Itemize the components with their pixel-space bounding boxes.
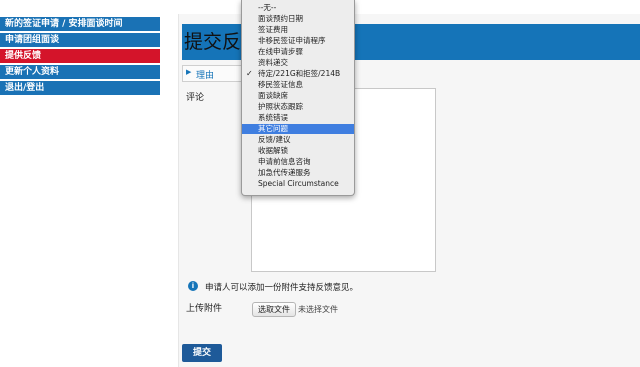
- dropdown-option[interactable]: 加急代传递服务: [242, 168, 354, 178]
- dropdown-option[interactable]: 非移民签证申请程序: [242, 36, 354, 46]
- dropdown-option[interactable]: 面谈缺席: [242, 91, 354, 101]
- dropdown-option[interactable]: 面谈预约日期: [242, 14, 354, 24]
- dropdown-option-highlighted[interactable]: 其它问题: [242, 124, 354, 134]
- dropdown-option[interactable]: 签证费用: [242, 25, 354, 35]
- dropdown-option[interactable]: 移民签证信息: [242, 80, 354, 90]
- dropdown-option[interactable]: 系统错误: [242, 113, 354, 123]
- upload-label: 上传附件: [186, 304, 223, 314]
- info-icon: i: [188, 281, 198, 291]
- dropdown-option[interactable]: Special Circumstance: [242, 179, 354, 189]
- dropdown-option[interactable]: 资料递交: [242, 58, 354, 68]
- sidebar-item-feedback[interactable]: 提供反馈: [0, 49, 160, 64]
- sidebar-item-new-application[interactable]: 新的签证申请 / 安排面谈时间: [0, 17, 160, 32]
- dropdown-option[interactable]: --无--: [242, 3, 354, 13]
- reason-dropdown[interactable]: --无-- 面谈预约日期 签证费用 非移民签证申请程序 在线申请步骤 资料递交 …: [241, 0, 355, 196]
- reason-label: 理由: [196, 71, 215, 81]
- dropdown-option[interactable]: 收据解锁: [242, 146, 354, 156]
- dropdown-option[interactable]: 在线申请步骤: [242, 47, 354, 57]
- file-status: 未选择文件: [298, 305, 338, 314]
- dropdown-option[interactable]: 申请前信息咨询: [242, 157, 354, 167]
- choose-file-button[interactable]: 选取文件: [252, 302, 296, 317]
- attachment-hint: 申请人可以添加一份附件支持反馈意见。: [205, 283, 359, 293]
- comment-label: 评论: [186, 93, 205, 103]
- sidebar-item-logout[interactable]: 退出/登出: [0, 81, 160, 96]
- sidebar-item-group-interview[interactable]: 申请团组面谈: [0, 33, 160, 48]
- submit-button[interactable]: 提交: [182, 344, 222, 362]
- sidebar-item-update-profile[interactable]: 更新个人资料: [0, 65, 160, 80]
- dropdown-option[interactable]: 反馈/建议: [242, 135, 354, 145]
- triangle-right-icon: ▶: [186, 68, 192, 76]
- dropdown-option[interactable]: 护照状态跟踪: [242, 102, 354, 112]
- dropdown-option-selected[interactable]: 待定/221G和拒签/214B: [242, 69, 354, 79]
